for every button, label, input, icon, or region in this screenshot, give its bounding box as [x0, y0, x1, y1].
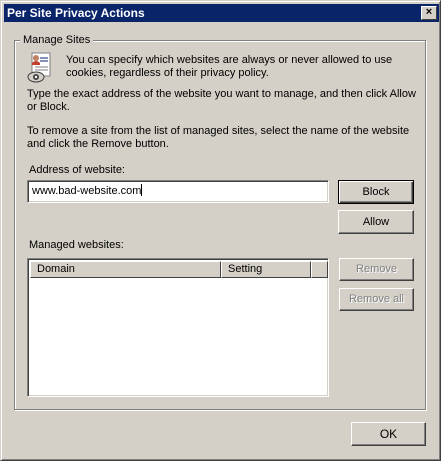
group-legend: Manage Sites [20, 34, 94, 46]
address-input[interactable]: www.bad-website.com [27, 180, 329, 203]
remove-all-button[interactable]: Remove all [339, 288, 414, 311]
list-header: Domain Setting [30, 261, 328, 278]
close-icon: × [425, 6, 433, 18]
close-button[interactable]: × [421, 6, 437, 20]
window-title: Per Site Privacy Actions [7, 6, 145, 20]
intro-text: You can specify which websites are alway… [66, 54, 393, 79]
managed-websites-list[interactable]: Domain Setting [27, 258, 329, 397]
column-header-filler [311, 261, 328, 278]
address-value: www.bad-website.com [32, 185, 142, 197]
privacy-settings-icon [27, 52, 51, 83]
column-header-domain[interactable]: Domain [30, 261, 221, 278]
text-caret [141, 184, 143, 196]
address-label: Address of website: [29, 164, 125, 176]
managed-websites-label: Managed websites: [29, 239, 124, 251]
remove-instructions-text: To remove a site from the list of manage… [27, 125, 410, 150]
ok-button[interactable]: OK [351, 422, 426, 446]
block-button[interactable]: Block [338, 180, 414, 204]
title-bar[interactable]: Per Site Privacy Actions × [4, 4, 439, 22]
remove-button[interactable]: Remove [339, 258, 414, 281]
instructions-text: Type the exact address of the website yo… [27, 88, 416, 113]
allow-button[interactable]: Allow [338, 210, 414, 234]
column-header-setting[interactable]: Setting [221, 261, 311, 278]
